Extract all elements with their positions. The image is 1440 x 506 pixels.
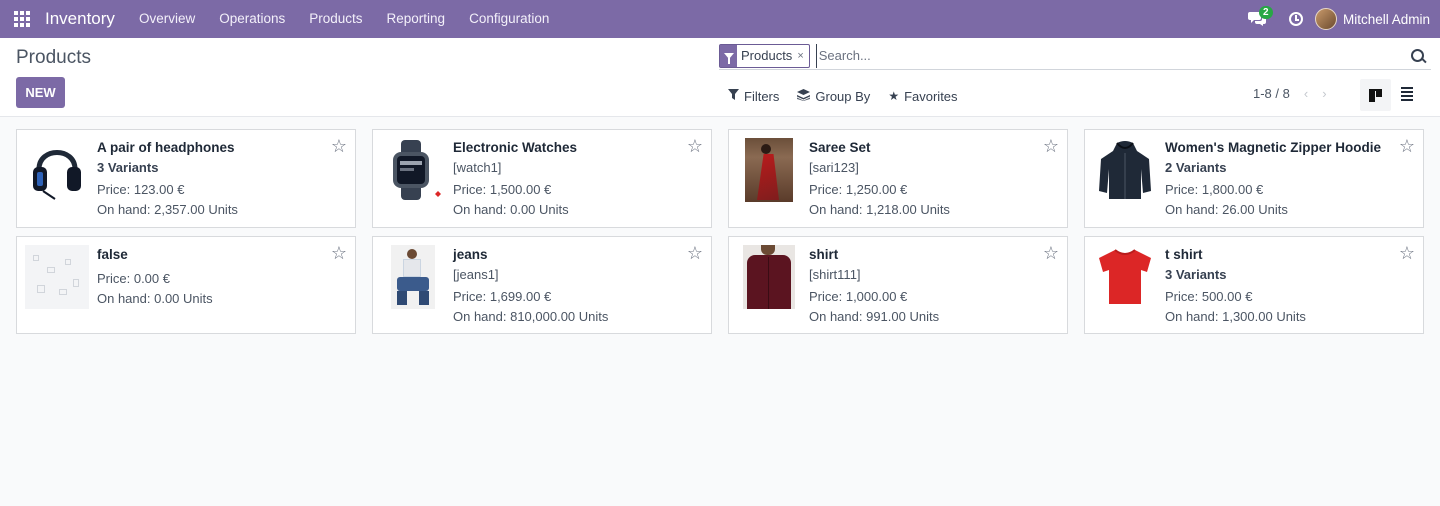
product-on-hand: On hand: 1,300.00 Units bbox=[1165, 309, 1306, 324]
favorite-star-icon[interactable]: ☆ bbox=[331, 137, 347, 155]
favorite-star-icon[interactable]: ☆ bbox=[1043, 244, 1059, 262]
product-name: false bbox=[97, 247, 128, 262]
hoodie-image bbox=[1093, 138, 1157, 202]
product-card[interactable]: t shirt 3 Variants Price: 500.00 € On ha… bbox=[1084, 236, 1424, 334]
control-panel: Products NEW Products × Filters Group By… bbox=[0, 38, 1440, 117]
kanban-view-button[interactable] bbox=[1360, 79, 1391, 111]
pager-value[interactable]: 1-8 / 8 bbox=[1253, 86, 1290, 101]
facet-label: Products bbox=[741, 48, 793, 63]
pager: 1-8 / 8 ‹ › bbox=[1253, 86, 1327, 101]
product-variants: 3 Variants bbox=[1165, 267, 1227, 282]
product-card[interactable]: shirt [shirt111] Price: 1,000.00 € On ha… bbox=[728, 236, 1068, 334]
user-avatar[interactable] bbox=[1314, 8, 1337, 30]
filter-icon bbox=[728, 89, 739, 103]
search-bar: Products × bbox=[719, 42, 1431, 70]
menu-overview[interactable]: Overview bbox=[127, 0, 207, 38]
app-name[interactable]: Inventory bbox=[45, 9, 115, 29]
search-facet-products[interactable]: Products × bbox=[719, 43, 810, 68]
product-name: shirt bbox=[809, 247, 839, 262]
facet-remove-icon[interactable]: × bbox=[797, 45, 808, 67]
favorite-star-icon[interactable]: ☆ bbox=[687, 244, 703, 262]
product-price: Price: 1,250.00 € bbox=[809, 182, 908, 197]
product-price: Price: 500.00 € bbox=[1165, 289, 1253, 304]
favorite-star-icon[interactable]: ☆ bbox=[331, 244, 347, 262]
filter-funnel-icon bbox=[720, 44, 737, 67]
product-card[interactable]: A pair of headphones 3 Variants Price: 1… bbox=[16, 129, 356, 228]
product-price: Price: 1,699.00 € bbox=[453, 289, 552, 304]
favorite-star-icon[interactable]: ☆ bbox=[1043, 137, 1059, 155]
product-price: Price: 0.00 € bbox=[97, 271, 170, 286]
shirt-image bbox=[737, 245, 801, 309]
star-icon: ★ bbox=[888, 89, 900, 103]
page-title: Products bbox=[16, 47, 91, 68]
menu-reporting[interactable]: Reporting bbox=[375, 0, 458, 38]
favorite-star-icon[interactable]: ☆ bbox=[1399, 137, 1415, 155]
product-on-hand: On hand: 26.00 Units bbox=[1165, 202, 1288, 217]
product-reference: [sari123] bbox=[809, 160, 859, 175]
headphones-image bbox=[25, 138, 89, 202]
product-price: Price: 1,000.00 € bbox=[809, 289, 908, 304]
product-card[interactable]: false Price: 0.00 € On hand: 0.00 Units … bbox=[16, 236, 356, 334]
favorites-label: Favorites bbox=[904, 88, 958, 104]
product-card[interactable]: Women's Magnetic Zipper Hoodie 2 Variant… bbox=[1084, 129, 1424, 228]
kanban-icon bbox=[1369, 88, 1382, 102]
product-reference: [jeans1] bbox=[453, 267, 499, 282]
product-reference: [shirt111] bbox=[809, 267, 861, 282]
search-options: Filters Group By ★ Favorites bbox=[728, 87, 976, 105]
product-on-hand: On hand: 991.00 Units bbox=[809, 309, 940, 324]
jeans-image bbox=[381, 245, 445, 309]
group-by-toggle[interactable]: Group By bbox=[797, 88, 871, 104]
product-on-hand: On hand: 810,000.00 Units bbox=[453, 309, 609, 324]
pager-next-icon[interactable]: › bbox=[1322, 86, 1326, 101]
menu-products[interactable]: Products bbox=[297, 0, 374, 38]
favorites-toggle[interactable]: ★ Favorites bbox=[888, 89, 957, 104]
filters-toggle[interactable]: Filters bbox=[728, 89, 779, 104]
product-name: t shirt bbox=[1165, 247, 1203, 262]
product-name: Electronic Watches bbox=[453, 140, 578, 155]
user-name[interactable]: Mitchell Admin bbox=[1343, 12, 1430, 27]
menu-configuration[interactable]: Configuration bbox=[457, 0, 561, 38]
product-variants: 3 Variants bbox=[97, 160, 159, 175]
layers-icon bbox=[797, 88, 811, 104]
activity-clock-icon[interactable] bbox=[1288, 12, 1303, 26]
product-card[interactable]: Electronic Watches [watch1] Price: 1,500… bbox=[372, 129, 712, 228]
favorite-star-icon[interactable]: ☆ bbox=[1399, 244, 1415, 262]
product-on-hand: On hand: 2,357.00 Units bbox=[97, 202, 238, 217]
product-name: A pair of headphones bbox=[97, 140, 235, 155]
product-price: Price: 1,500.00 € bbox=[453, 182, 552, 197]
saree-image bbox=[737, 138, 801, 202]
search-icon[interactable] bbox=[1409, 47, 1427, 65]
filters-label: Filters bbox=[744, 88, 780, 104]
product-price: Price: 123.00 € bbox=[97, 182, 185, 197]
product-name: Women's Magnetic Zipper Hoodie bbox=[1165, 140, 1381, 155]
messages-icon[interactable]: 2 bbox=[1243, 0, 1273, 38]
product-price: Price: 1,800.00 € bbox=[1165, 182, 1264, 197]
new-button[interactable]: NEW bbox=[16, 77, 65, 108]
pager-previous-icon[interactable]: ‹ bbox=[1304, 86, 1308, 101]
product-reference: [watch1] bbox=[453, 160, 502, 175]
smartwatch-image bbox=[381, 138, 445, 202]
apps-menu-icon[interactable] bbox=[0, 0, 44, 38]
group-by-label: Group By bbox=[815, 88, 871, 104]
placeholder-image bbox=[25, 245, 89, 309]
product-on-hand: On hand: 0.00 Units bbox=[453, 202, 569, 217]
product-card[interactable]: Saree Set [sari123] Price: 1,250.00 € On… bbox=[728, 129, 1068, 228]
tshirt-image bbox=[1093, 245, 1157, 309]
product-name: Saree Set bbox=[809, 140, 871, 155]
search-input[interactable] bbox=[815, 43, 1409, 68]
product-name: jeans bbox=[453, 247, 488, 262]
product-card[interactable]: jeans [jeans1] Price: 1,699.00 € On hand… bbox=[372, 236, 712, 334]
product-on-hand: On hand: 1,218.00 Units bbox=[809, 202, 950, 217]
list-view-button[interactable] bbox=[1399, 86, 1415, 102]
favorite-star-icon[interactable]: ☆ bbox=[687, 137, 703, 155]
menu-operations[interactable]: Operations bbox=[207, 0, 297, 38]
product-on-hand: On hand: 0.00 Units bbox=[97, 291, 213, 306]
top-navbar: Inventory Overview Operations Products R… bbox=[0, 0, 1440, 38]
product-variants: 2 Variants bbox=[1165, 160, 1227, 175]
chat-count-badge: 2 bbox=[1258, 6, 1273, 19]
